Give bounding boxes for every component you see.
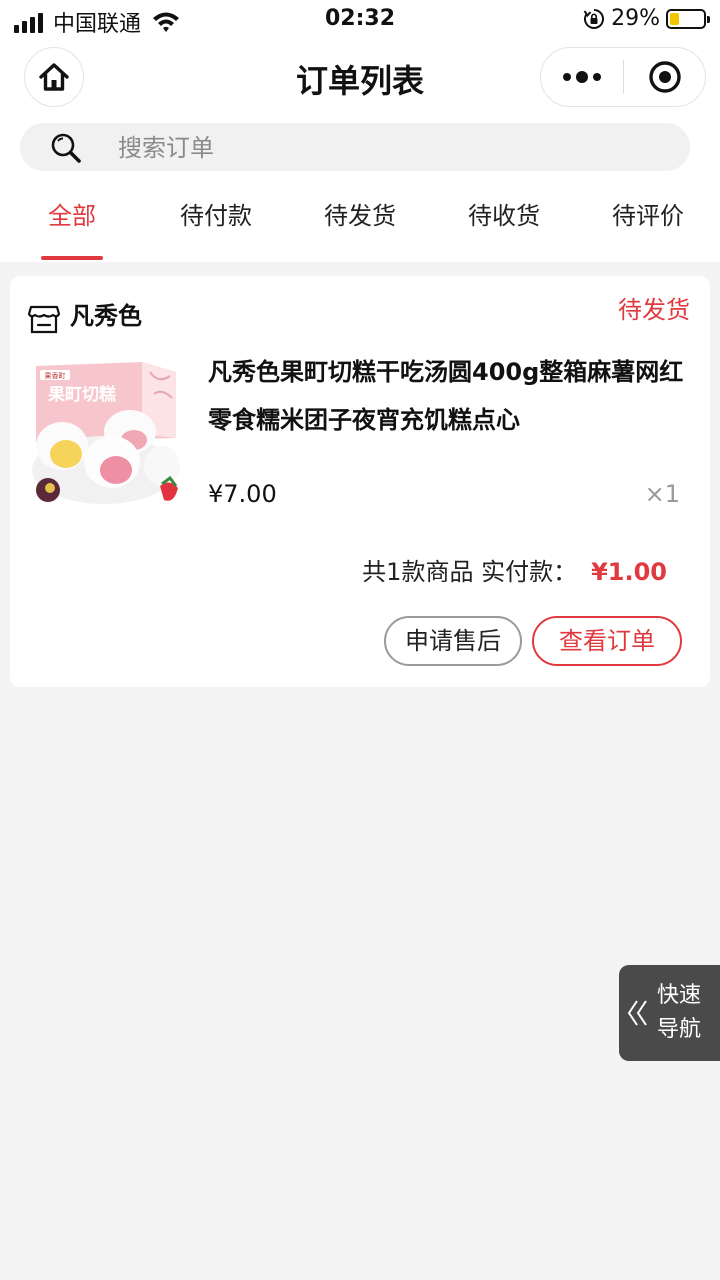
miniprogram-capsule: [540, 47, 706, 107]
rotation-lock-icon: [583, 8, 605, 29]
double-chevron-left-icon: [627, 1000, 647, 1026]
product-quantity: ×1: [644, 480, 680, 508]
tab-pending-receipt[interactable]: 待收货: [432, 190, 576, 262]
close-miniprogram-icon: [649, 61, 681, 93]
tab-label: 待发货: [324, 202, 396, 230]
after-sale-button[interactable]: 申请售后: [384, 616, 522, 666]
product-price: ¥7.00: [208, 480, 277, 508]
order-card: 凡秀色 待发货 果香町 果町切糕 凡秀色果町切糕干吃汤圆400g整箱麻薯网红零食…: [10, 276, 710, 687]
tab-pending-review[interactable]: 待评价: [576, 190, 720, 262]
quick-nav-line2: 导航: [657, 1017, 702, 1042]
battery-icon: [666, 8, 710, 29]
quick-nav-line1: 快速: [657, 983, 702, 1008]
battery-percent: 29%: [611, 6, 660, 31]
search-icon[interactable]: [50, 132, 82, 164]
product-image[interactable]: 果香町 果町切糕: [30, 358, 180, 508]
tab-label: 待收货: [468, 202, 540, 230]
status-right: 29%: [583, 6, 710, 31]
header-area: 中国联通 02:32 29% 订单列表 搜索订单 全部 待付款 待发货 待收货 …: [0, 0, 720, 262]
tab-pending-payment[interactable]: 待付款: [144, 190, 288, 262]
order-summary: 共1款商品 实付款： ¥1.00: [362, 554, 667, 590]
battery-level: [670, 12, 679, 25]
close-button[interactable]: [624, 48, 706, 106]
status-bar: 中国联通 02:32 29%: [0, 0, 720, 40]
tab-label: 全部: [48, 202, 96, 230]
summary-label: 共1款商品 实付款：: [362, 558, 578, 586]
view-order-button[interactable]: 查看订单: [532, 616, 682, 666]
active-tab-indicator: [41, 256, 103, 260]
search-bar: [20, 123, 690, 173]
quick-nav-label: 快速 导航: [657, 979, 717, 1047]
tab-label: 待付款: [180, 202, 252, 230]
tab-all[interactable]: 全部: [0, 190, 144, 262]
store-icon: [28, 305, 60, 334]
search-input[interactable]: [116, 123, 660, 173]
more-button[interactable]: [541, 48, 623, 106]
tab-pending-shipment[interactable]: 待发货: [288, 190, 432, 262]
paid-amount: ¥1.00: [591, 558, 667, 586]
box-label: 果町切糕: [48, 384, 116, 405]
quick-nav-button[interactable]: 快速 导航: [619, 965, 720, 1061]
tab-label: 待评价: [612, 202, 684, 230]
product-title[interactable]: 凡秀色果町切糕干吃汤圆400g整箱麻薯网红零食糯米团子夜宵充饥糕点心: [208, 348, 704, 444]
order-tabs: 全部 待付款 待发货 待收货 待评价: [0, 190, 720, 262]
shop-name[interactable]: 凡秀色: [70, 298, 142, 334]
svg-text:果香町: 果香町: [45, 371, 66, 380]
order-status: 待发货: [618, 296, 690, 324]
